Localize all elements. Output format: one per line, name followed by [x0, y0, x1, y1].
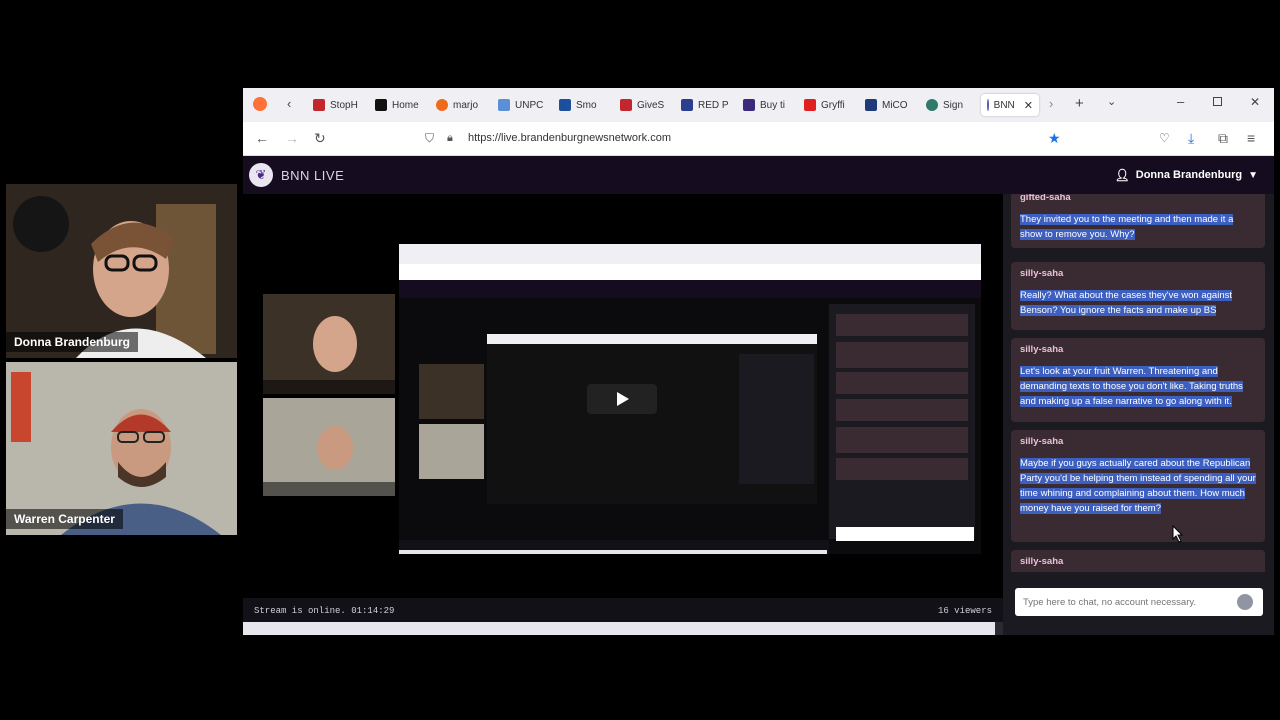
chat-messages[interactable]: gifted-saha They invited you to the meet… — [1003, 194, 1274, 572]
tab-marjo[interactable]: marjo — [436, 94, 478, 116]
webcam-donna: Donna Brandenburg — [6, 184, 237, 358]
webcam-warren: Warren Carpenter — [6, 362, 237, 535]
firefox-icon[interactable] — [253, 97, 267, 111]
youtube-favicon-icon — [804, 99, 816, 111]
chat-username: silly-saha — [1020, 268, 1064, 279]
favicon-icon — [681, 99, 693, 111]
favicon-icon — [375, 99, 387, 111]
tab-scroll-left-icon[interactable]: ‹ — [287, 96, 291, 111]
favicon-icon — [498, 99, 510, 111]
site-title: BNN LIVE — [281, 168, 345, 183]
webcam-name-label: Donna Brandenburg — [6, 332, 138, 352]
stream-status-bar: Stream is online. 01:14:29 16 viewers — [243, 598, 1003, 622]
favicon-icon — [987, 99, 989, 111]
stream-progress-bar[interactable] — [243, 622, 1003, 635]
chat-username: silly-saha — [1020, 344, 1064, 355]
close-tab-icon[interactable]: ✕ — [1024, 99, 1033, 112]
tab-buy[interactable]: Buy ti — [743, 94, 785, 116]
tab-sign[interactable]: Sign — [926, 94, 963, 116]
chat-username: silly-saha — [1020, 436, 1064, 447]
user-icon: 👤︎ — [1114, 168, 1130, 182]
tab-stoph[interactable]: StopH — [313, 94, 358, 116]
favicon-icon — [620, 99, 632, 111]
pocket-icon[interactable]: ♡ — [1159, 131, 1170, 145]
close-window-icon[interactable]: ✕ — [1250, 95, 1260, 109]
chat-input[interactable] — [1015, 588, 1230, 616]
download-icon[interactable]: ⤓ — [1188, 130, 1194, 147]
stream-status: Stream is online. 01:14:29 — [254, 606, 395, 616]
extensions-icon[interactable]: ⧉ — [1218, 130, 1228, 147]
user-name: Donna Brandenburg — [1135, 169, 1243, 181]
emoji-icon[interactable] — [1237, 594, 1253, 610]
viewer-count: 16 viewers — [937, 606, 992, 616]
chevron-down-icon: ▼ — [1248, 169, 1258, 181]
url-field[interactable]: https://live.brandenburgnewsnetwork.com — [468, 132, 671, 144]
shield-icon[interactable]: ⛉ — [425, 131, 434, 146]
menu-icon[interactable]: ≡ — [1247, 130, 1255, 146]
back-icon[interactable]: ← — [255, 130, 269, 146]
chat-username: silly-saha — [1020, 556, 1064, 567]
favicon-icon — [313, 99, 325, 111]
tab-smo[interactable]: Smo — [559, 94, 597, 116]
tab-unpc[interactable]: UNPC — [498, 94, 543, 116]
chat-message: silly-saha — [1011, 550, 1265, 572]
chat-message: silly-saha Really? What about the cases … — [1011, 262, 1265, 330]
chat-text: Really? What about the cases they've won… — [1020, 290, 1232, 316]
nested-stream-capture — [399, 244, 981, 554]
video-player[interactable] — [243, 194, 1003, 598]
browser-window: ‹ StopH Home marjo UNPC Smo GiveS RED P … — [243, 88, 1274, 635]
tab-scroll-right-icon[interactable]: › — [1049, 96, 1053, 111]
webcam-name-label: Warren Carpenter — [6, 509, 123, 529]
tab-list-chevron-down-icon[interactable]: ⌄ — [1107, 95, 1116, 108]
tab-red[interactable]: RED P — [681, 94, 729, 116]
site-header: ❦ BNN LIVE 👤︎ Donna Brandenburg ▼ — [243, 156, 1274, 194]
lock-icon[interactable]: 🔒︎ — [447, 132, 453, 145]
tab-home[interactable]: Home — [375, 94, 419, 116]
tab-gives[interactable]: GiveS — [620, 94, 664, 116]
chat-username: gifted-saha — [1020, 194, 1071, 203]
favicon-icon — [743, 99, 755, 111]
bnn-logo-icon[interactable]: ❦ — [249, 163, 273, 187]
favicon-icon — [559, 99, 571, 111]
favicon-icon — [926, 99, 938, 111]
user-menu[interactable]: 👤︎ Donna Brandenburg ▼ — [1115, 168, 1258, 182]
mouse-cursor-icon — [1172, 525, 1184, 543]
tab-mico[interactable]: MiCO — [865, 94, 908, 116]
restore-icon[interactable] — [1213, 97, 1222, 106]
nested-stream-image — [399, 244, 981, 554]
nested-webcam-donna — [263, 294, 395, 394]
chat-message: silly-saha Let's look at your fruit Warr… — [1011, 338, 1265, 422]
new-tab-icon[interactable]: + — [1075, 95, 1084, 112]
chat-text: Let's look at your fruit Warren. Threate… — [1020, 366, 1243, 407]
reload-icon[interactable]: ↻ — [314, 130, 326, 147]
tab-gryffi[interactable]: Gryffi — [804, 94, 845, 116]
chat-text: Maybe if you guys actually cared about t… — [1020, 458, 1256, 514]
favicon-icon — [436, 99, 448, 111]
nested-webcam-warren — [263, 398, 395, 496]
bookmark-star-icon[interactable]: ★ — [1048, 130, 1061, 147]
tab-bnn-active[interactable]: BNN ✕ — [981, 94, 1039, 116]
chat-panel: gifted-saha They invited you to the meet… — [1003, 194, 1274, 635]
stream-progress-fill — [243, 622, 996, 635]
forward-icon[interactable]: → — [285, 130, 299, 146]
web-page: ❦ BNN LIVE 👤︎ Donna Brandenburg ▼ Stream… — [243, 156, 1274, 635]
tab-bar: ‹ StopH Home marjo UNPC Smo GiveS RED P … — [243, 88, 1274, 122]
favicon-icon — [865, 99, 877, 111]
nav-bar: ← → ↻ ⛉ 🔒︎ https://live.brandenburgnewsn… — [243, 122, 1274, 156]
chat-text: They invited you to the meeting and then… — [1020, 214, 1234, 240]
chat-message: silly-saha Maybe if you guys actually ca… — [1011, 430, 1265, 542]
chat-message: gifted-saha They invited you to the meet… — [1011, 194, 1265, 248]
minimize-icon[interactable]: – — [1177, 94, 1184, 109]
chat-input-box — [1015, 588, 1263, 616]
